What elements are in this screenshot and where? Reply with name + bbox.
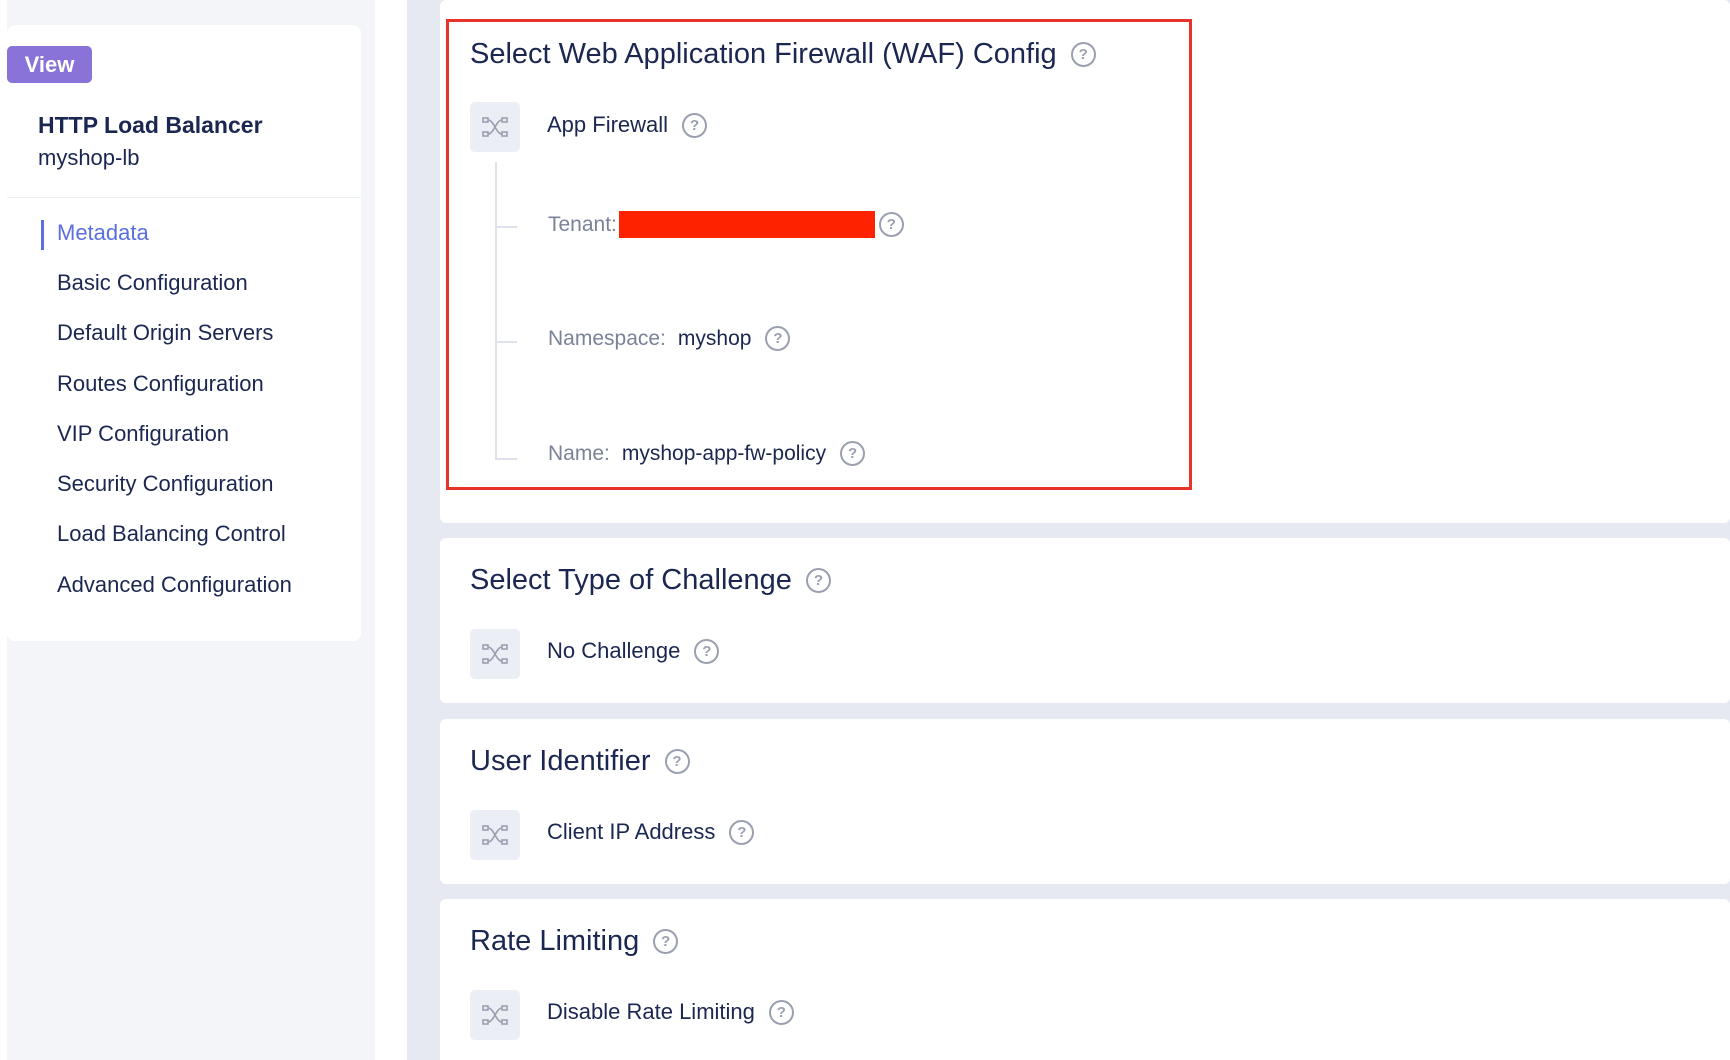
- rate-limiting-choice-label: Disable Rate Limiting: [547, 999, 755, 1024]
- waf-section: Select Web Application Firewall (WAF) Co…: [440, 0, 1730, 523]
- shuffle-icon: [470, 629, 520, 679]
- shuffle-icon: [470, 102, 520, 152]
- name-value: myshop-app-fw-policy: [621, 441, 827, 465]
- waf-section-title: Select Web Application Firewall (WAF) Co…: [470, 38, 1096, 71]
- waf-choice-label: App Firewall: [547, 112, 669, 137]
- shuffle-icon: [470, 810, 520, 860]
- help-icon[interactable]: ?: [768, 999, 794, 1025]
- help-icon[interactable]: ?: [1070, 42, 1096, 67]
- rate-limiting-choice[interactable]: Disable Rate Limiting ?: [547, 999, 794, 1025]
- rate-limiting-title-text: Rate Limiting: [470, 925, 640, 957]
- user-identifier-title-text: User Identifier: [470, 745, 651, 777]
- challenge-title-text: Select Type of Challenge: [470, 564, 792, 596]
- nav-item-security-configuration[interactable]: Security Configuration: [57, 471, 273, 497]
- waf-choice[interactable]: App Firewall ?: [547, 112, 708, 138]
- help-icon[interactable]: ?: [878, 212, 904, 237]
- nav-item-routes-configuration[interactable]: Routes Configuration: [57, 371, 264, 397]
- help-icon[interactable]: ?: [765, 326, 791, 351]
- rate-limiting-section-title: Rate Limiting ?: [470, 925, 679, 958]
- sidebar: View HTTP Load Balancer myshop-lb Metada…: [7, 25, 361, 641]
- waf-title-text: Select Web Application Firewall (WAF) Co…: [470, 38, 1057, 70]
- help-icon[interactable]: ?: [694, 638, 720, 664]
- object-name: myshop-lb: [38, 145, 140, 170]
- tree-line: [495, 162, 497, 460]
- name-label: Name:: [548, 441, 610, 465]
- challenge-choice-label: No Challenge: [547, 638, 681, 663]
- user-identifier-section-title: User Identifier ?: [470, 745, 690, 778]
- namespace-label: Namespace:: [548, 326, 666, 350]
- challenge-section: Select Type of Challenge ? No Challenge …: [440, 538, 1730, 703]
- tree-branch: [495, 341, 517, 343]
- nav-item-load-balancing-control[interactable]: Load Balancing Control: [57, 521, 286, 547]
- challenge-choice[interactable]: No Challenge ?: [547, 638, 720, 664]
- object-kind: HTTP Load Balancer: [38, 112, 263, 138]
- help-icon[interactable]: ?: [805, 568, 831, 593]
- tenant-label: Tenant:: [548, 212, 617, 236]
- nav-item-metadata[interactable]: Metadata: [57, 220, 149, 246]
- user-identifier-section: User Identifier ? Client IP Address ?: [440, 719, 1730, 884]
- help-icon[interactable]: ?: [653, 929, 679, 954]
- nav-active-indicator: [41, 220, 44, 250]
- sidebar-divider: [7, 197, 361, 198]
- nav-item-basic-configuration[interactable]: Basic Configuration: [57, 270, 248, 296]
- rate-limiting-section: Rate Limiting ? Disable Rate Limiting ?: [440, 899, 1730, 1060]
- view-badge: View: [7, 46, 92, 83]
- tree-branch: [495, 226, 517, 228]
- redaction-block: [618, 211, 875, 238]
- help-icon[interactable]: ?: [664, 749, 690, 774]
- challenge-section-title: Select Type of Challenge ?: [470, 564, 831, 597]
- nav-item-vip-configuration[interactable]: VIP Configuration: [57, 421, 229, 447]
- user-identifier-choice-label: Client IP Address: [547, 819, 716, 844]
- help-icon[interactable]: ?: [729, 819, 755, 845]
- namespace-value: myshop: [677, 326, 752, 350]
- tree-branch: [495, 458, 517, 460]
- nav-item-default-origin-servers[interactable]: Default Origin Servers: [57, 320, 273, 346]
- tenant-field: Tenant: ?: [548, 211, 904, 238]
- shuffle-icon: [470, 990, 520, 1040]
- name-field: Name: myshop-app-fw-policy ?: [548, 441, 866, 466]
- user-identifier-choice[interactable]: Client IP Address ?: [547, 819, 755, 845]
- namespace-field: Namespace: myshop ?: [548, 326, 791, 351]
- help-icon[interactable]: ?: [840, 441, 866, 466]
- nav-item-advanced-configuration[interactable]: Advanced Configuration: [57, 572, 292, 598]
- help-icon[interactable]: ?: [682, 112, 708, 138]
